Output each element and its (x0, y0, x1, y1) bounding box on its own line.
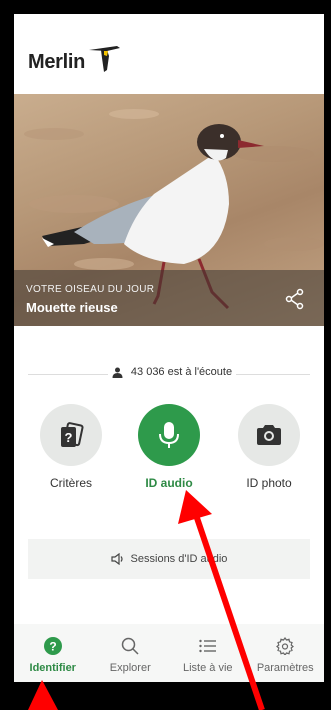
share-icon[interactable] (284, 288, 306, 310)
camera-icon (257, 425, 281, 445)
audio-sessions-label: Sessions d'ID audio (130, 553, 228, 565)
nav-identify-label: Identifier (29, 662, 76, 674)
svg-text:?: ? (49, 640, 56, 654)
app-screen: Merlin VOTRE OISEAU DU JOUR Mouette rieu… (14, 14, 324, 682)
nav-settings[interactable]: Paramètres (247, 624, 325, 682)
divider (28, 374, 108, 375)
list-icon (199, 639, 216, 653)
bird-of-day-kicker: VOTRE OISEAU DU JOUR (26, 284, 155, 295)
criteria-label: Critères (49, 476, 92, 490)
speaker-icon (110, 553, 123, 565)
nav-explore-label: Explorer (109, 662, 151, 674)
bottom-navigation: ? Identifier Explorer Liste à vie Paramè… (14, 624, 324, 682)
photo-id-label: ID photo (246, 476, 292, 490)
listeners-counter: 43 036 est à l'écoute (14, 364, 324, 384)
bird-of-day-card[interactable]: VOTRE OISEAU DU JOUR Mouette rieuse (14, 94, 324, 326)
nav-explore[interactable]: Explorer (92, 624, 170, 682)
photo-id-button[interactable]: ID photo (229, 404, 309, 490)
nav-life-list[interactable]: Liste à vie (169, 624, 247, 682)
merlin-logo: Merlin (28, 46, 121, 74)
header: Merlin (14, 14, 324, 94)
criteria-button[interactable]: ? Critères (31, 404, 111, 490)
person-icon (112, 367, 123, 378)
svg-text:?: ? (65, 430, 73, 445)
audio-id-label: ID audio (145, 476, 193, 490)
cards-question-icon: ? (61, 422, 84, 447)
audio-sessions-button[interactable]: Sessions d'ID audio (28, 539, 310, 579)
divider (236, 374, 310, 375)
nav-identify[interactable]: ? Identifier (14, 624, 92, 682)
search-icon (122, 637, 139, 655)
question-circle-icon: ? (43, 637, 62, 655)
listeners-text: 43 036 est à l'écoute (130, 366, 233, 378)
microphone-icon (159, 422, 179, 448)
gear-icon (276, 637, 295, 655)
bird-of-day-name: Mouette rieuse (26, 300, 118, 315)
audio-id-button[interactable]: ID audio (129, 404, 209, 490)
nav-settings-label: Paramètres (256, 662, 314, 674)
hero-caption-bar (14, 270, 324, 326)
nav-life-list-label: Liste à vie (182, 662, 233, 674)
logo-text: Merlin (28, 50, 86, 73)
logo-bird-icon (89, 46, 121, 72)
annotation-arrow-identify (28, 680, 58, 710)
